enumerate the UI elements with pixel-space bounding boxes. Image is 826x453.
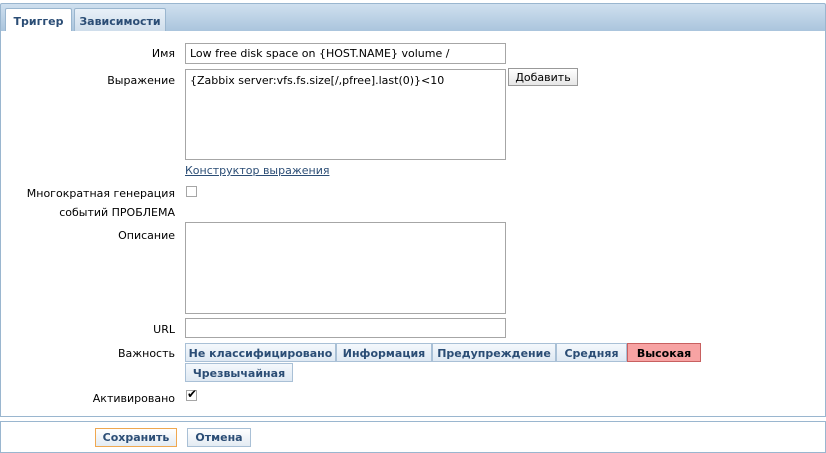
severity-disaster[interactable]: Чрезвычайная (185, 363, 293, 382)
multiple-generation-label-line2: событий ПРОБЛЕМА (59, 206, 175, 219)
severity-high[interactable]: Высокая (627, 343, 701, 362)
severity-not-classified[interactable]: Не классифицировано (185, 343, 336, 362)
cancel-button[interactable]: Отмена (187, 428, 251, 447)
severity-label: Важность (117, 347, 175, 360)
enabled-label: Активировано (92, 392, 175, 405)
enabled-checkbox[interactable] (186, 387, 197, 401)
name-label: Имя (151, 47, 175, 60)
add-expression-button[interactable]: Добавить (508, 68, 578, 86)
url-label: URL (153, 323, 175, 336)
tab-dependencies[interactable]: Зависимости (74, 8, 166, 33)
multiple-generation-checkbox[interactable] (186, 186, 197, 197)
multiple-generation-label: Многократная генерация событий ПРОБЛЕМА (27, 184, 175, 222)
tab-bar: Триггер Зависимости (0, 3, 826, 34)
multiple-generation-label-line1: Многократная генерация (26, 187, 175, 200)
save-button[interactable]: Сохранить (95, 428, 177, 447)
url-field[interactable] (185, 318, 506, 338)
expression-label: Выражение (107, 74, 175, 87)
severity-warning[interactable]: Предупреждение (432, 343, 556, 362)
expression-constructor-link[interactable]: Конструктор выражения (185, 164, 329, 177)
name-field[interactable] (185, 43, 506, 64)
severity-average[interactable]: Средняя (556, 343, 627, 362)
description-label: Описание (118, 229, 175, 242)
severity-information[interactable]: Информация (336, 343, 432, 362)
trigger-form: Имя Выражение {Zabbix server:vfs.fs.size… (0, 31, 826, 417)
expression-field[interactable]: {Zabbix server:vfs.fs.size[/,pfree].last… (185, 69, 506, 160)
description-field[interactable] (185, 222, 506, 314)
expression-text: {Zabbix server:vfs.fs.size[/,pfree].last… (190, 74, 445, 87)
form-actions: Сохранить Отмена (0, 421, 826, 453)
